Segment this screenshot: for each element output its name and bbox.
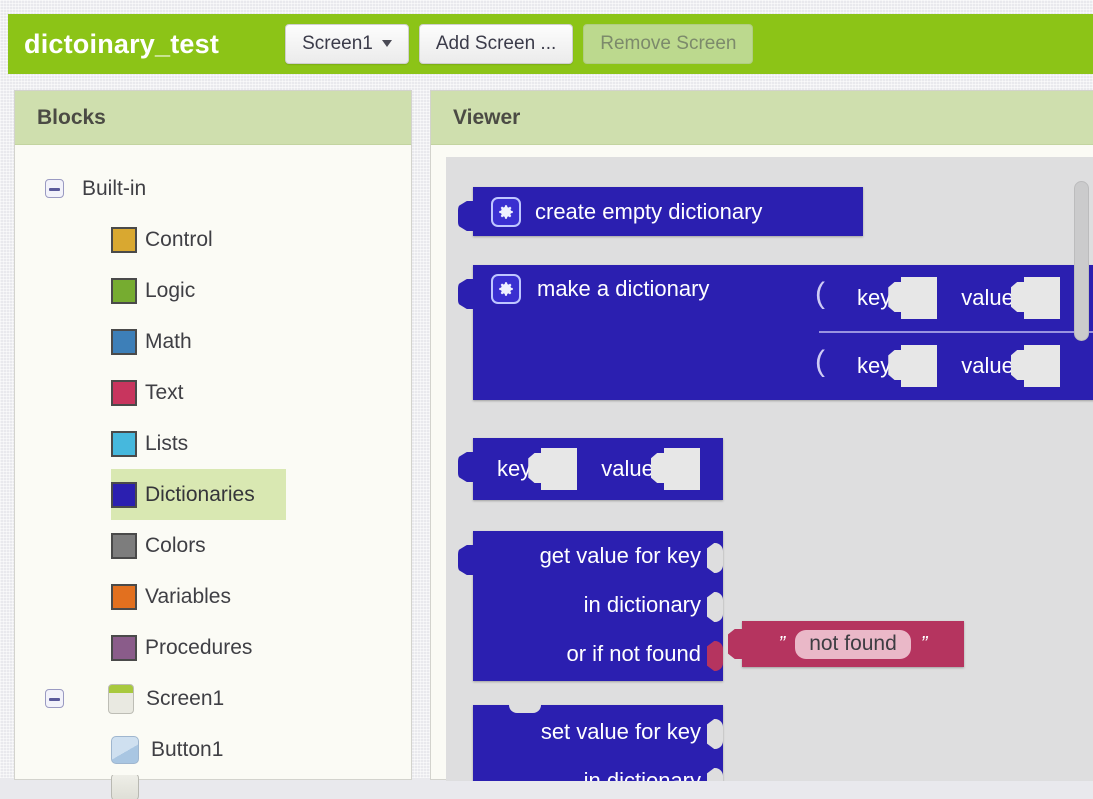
sidebar-item-button1-label: Button1 [151, 738, 223, 762]
control-color-swatch [111, 227, 137, 253]
pair-value-label: value [601, 456, 654, 482]
button-component-icon [111, 736, 139, 764]
get-value-line-2: in dictionary [584, 592, 701, 618]
component-icon [111, 775, 139, 799]
set-value-line-2: in dictionary [584, 768, 701, 781]
sidebar-item-control[interactable]: Control [15, 214, 411, 265]
remove-screen-button: Remove Screen [583, 24, 753, 65]
screen-controls: Screen1 Add Screen ... Remove Screen [285, 24, 753, 65]
screen-selector-dropdown[interactable]: Screen1 [285, 24, 409, 65]
sidebar-item-variables-label: Variables [145, 585, 231, 609]
text-color-swatch [111, 380, 137, 406]
logic-color-swatch [111, 278, 137, 304]
procedures-color-swatch [111, 635, 137, 661]
sidebar-item-text-label: Text [145, 381, 184, 405]
pair-key-label: key [857, 285, 891, 311]
block-make-a-dictionary-label: make a dictionary [537, 276, 709, 302]
pair-key-label: key [497, 456, 531, 482]
pair-value-label: value [961, 353, 1014, 379]
chevron-down-icon [382, 40, 392, 47]
blocks-tree: Built-in Control Logic Math Text Lists D… [15, 145, 411, 799]
tree-node-builtin-label: Built-in [82, 177, 146, 201]
block-create-empty-dictionary[interactable]: create empty dictionary [473, 187, 863, 236]
tree-node-screen1-label: Screen1 [146, 687, 224, 711]
blocks-panel: Blocks Built-in Control Logic Math Text … [14, 90, 412, 780]
get-value-line-1: get value for key [540, 543, 701, 569]
sidebar-item-colors[interactable]: Colors [15, 520, 411, 571]
colors-color-swatch [111, 533, 137, 559]
sidebar-item-dictionaries-label: Dictionaries [145, 483, 255, 507]
get-value-key-socket[interactable] [707, 543, 723, 573]
get-value-dictionary-socket[interactable] [707, 592, 723, 622]
add-screen-button[interactable]: Add Screen ... [419, 24, 573, 65]
pair-value-label: value [961, 285, 1014, 311]
block-text-string[interactable]: ” not found ” [742, 621, 964, 667]
gear-icon[interactable] [491, 197, 521, 227]
sidebar-item-variables[interactable]: Variables [15, 571, 411, 622]
sidebar-item-lists[interactable]: Lists [15, 418, 411, 469]
sidebar-item-lists-label: Lists [145, 432, 188, 456]
dictionaries-color-swatch [111, 482, 137, 508]
sidebar-item-procedures[interactable]: Procedures [15, 622, 411, 673]
close-quote-icon: ” [921, 633, 928, 656]
open-quote-icon: ” [779, 633, 786, 656]
pair-divider [819, 331, 1093, 333]
block-make-a-dictionary-header: make a dictionary [491, 274, 709, 304]
blocks-workspace[interactable]: Show Warnings create empty dictionary [446, 157, 1093, 781]
sidebar-item-partial[interactable] [15, 775, 411, 799]
tree-node-screen1[interactable]: Screen1 [15, 673, 411, 724]
set-value-key-socket[interactable] [707, 719, 723, 749]
sidebar-item-math[interactable]: Math [15, 316, 411, 367]
project-title: dictoinary_test [24, 29, 219, 60]
pair-paren: ( [815, 277, 825, 311]
viewer-panel: Viewer Show Warnings create empty dictio… [430, 90, 1093, 780]
sidebar-item-math-label: Math [145, 330, 192, 354]
sidebar-item-text[interactable]: Text [15, 367, 411, 418]
variables-color-swatch [111, 584, 137, 610]
dictionary-pair-row[interactable]: key value [833, 335, 1093, 397]
pair-value-socket[interactable] [1024, 277, 1060, 319]
sidebar-item-control-label: Control [145, 228, 213, 252]
blocks-panel-title: Blocks [15, 91, 411, 145]
sidebar-item-procedures-label: Procedures [145, 636, 252, 660]
sidebar-item-dictionaries[interactable]: Dictionaries [111, 469, 286, 520]
math-color-swatch [111, 329, 137, 355]
tree-node-builtin[interactable]: Built-in [15, 163, 411, 214]
sidebar-item-logic[interactable]: Logic [15, 265, 411, 316]
gear-icon[interactable] [491, 274, 521, 304]
top-bar: dictoinary_test Screen1 Add Screen ... R… [8, 14, 1093, 74]
block-make-a-dictionary[interactable]: make a dictionary ( key value ( key valu… [473, 265, 1093, 400]
screen-selector-label: Screen1 [302, 34, 373, 55]
pair-key-socket[interactable] [901, 277, 937, 319]
get-value-line-3: or if not found [566, 641, 701, 667]
collapse-icon[interactable] [45, 689, 64, 708]
pair-paren: ( [815, 345, 825, 379]
get-value-notfound-socket[interactable] [707, 641, 723, 671]
set-value-line-1: set value for key [541, 719, 701, 745]
pair-key-socket[interactable] [541, 448, 577, 490]
vertical-scrollbar-thumb[interactable] [1074, 181, 1089, 341]
text-string-field[interactable]: not found [795, 630, 911, 659]
collapse-icon[interactable] [45, 179, 64, 198]
block-get-value-for-key[interactable]: get value for key in dictionary or if no… [473, 531, 723, 681]
dictionary-pair-row[interactable]: key value [833, 267, 1093, 329]
pair-key-label: key [857, 353, 891, 379]
block-create-empty-dictionary-label: create empty dictionary [535, 199, 762, 225]
viewer-panel-title: Viewer [431, 91, 1093, 145]
sidebar-item-logic-label: Logic [145, 279, 195, 303]
block-set-value-for-key[interactable]: set value for key in dictionary [473, 705, 723, 781]
pair-value-socket[interactable] [1024, 345, 1060, 387]
pair-key-socket[interactable] [901, 345, 937, 387]
sidebar-item-button1[interactable]: Button1 [15, 724, 411, 775]
block-key-value-pair[interactable]: key value [473, 438, 723, 500]
sidebar-item-colors-label: Colors [145, 534, 206, 558]
set-value-dictionary-socket[interactable] [707, 768, 723, 781]
pair-value-socket[interactable] [664, 448, 700, 490]
screen-icon [108, 684, 134, 714]
lists-color-swatch [111, 431, 137, 457]
vertical-scrollbar-track[interactable] [1076, 165, 1092, 765]
